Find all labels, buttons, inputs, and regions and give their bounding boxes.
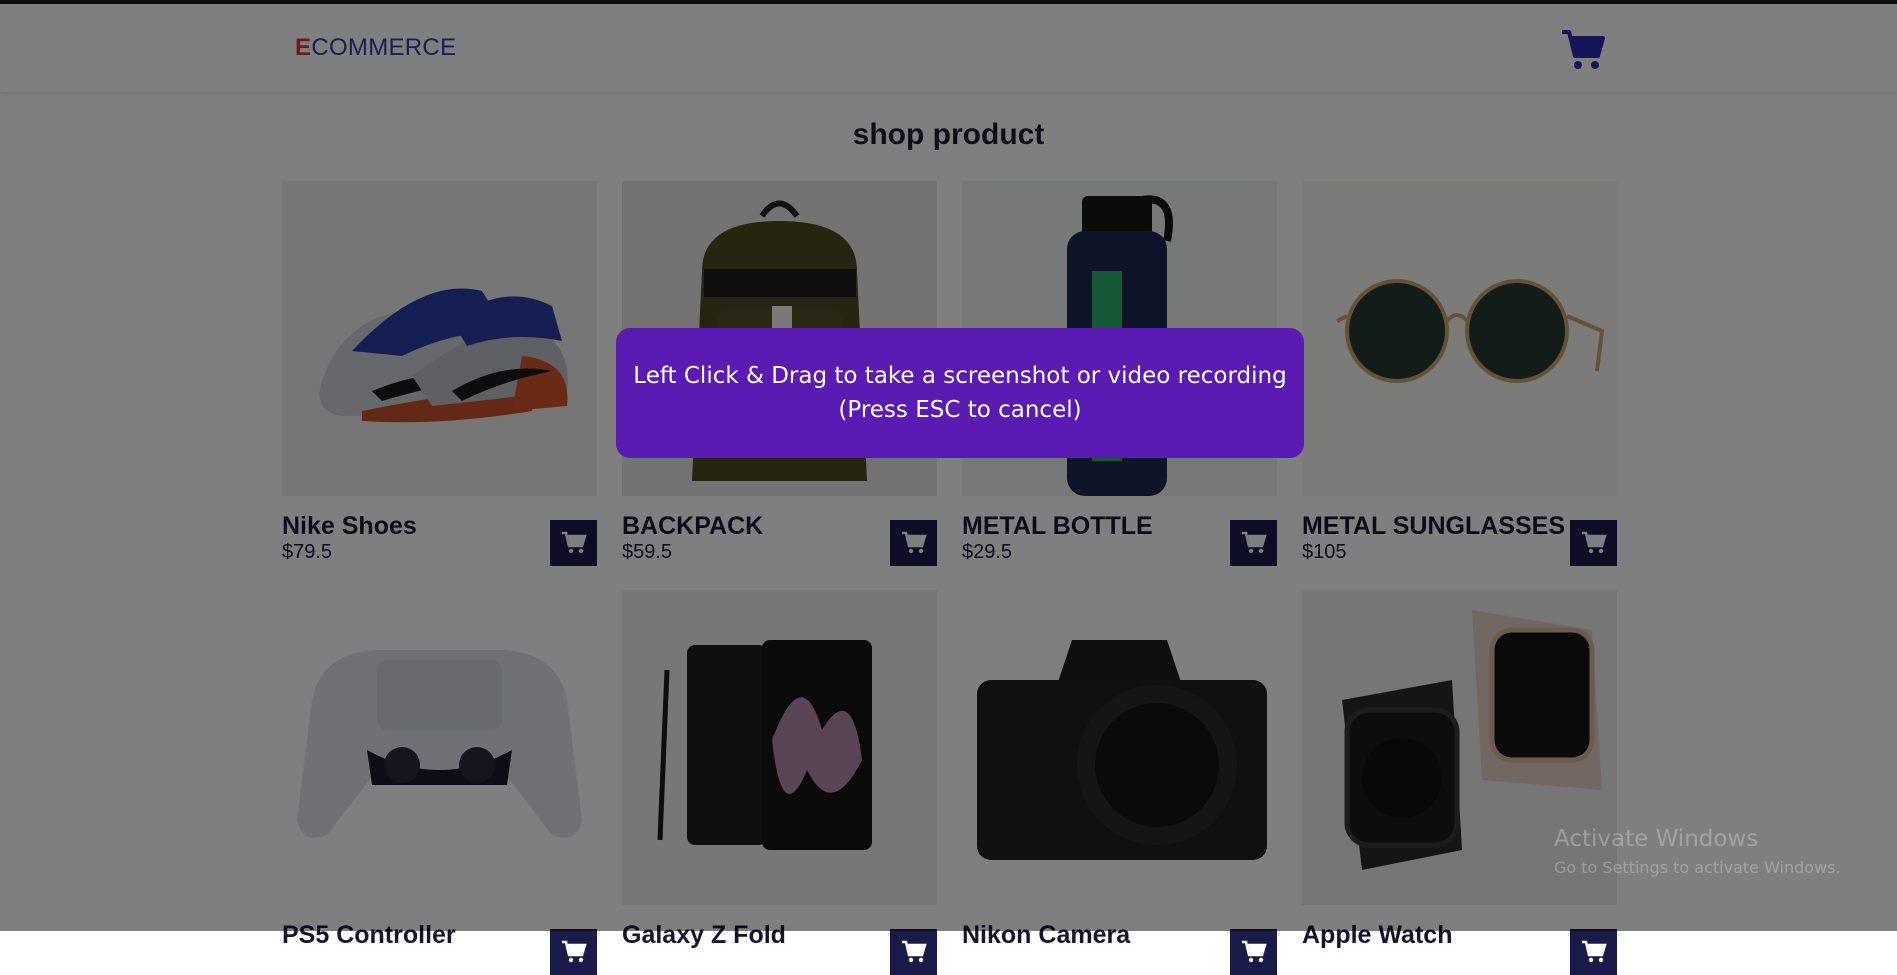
watermark-subtitle: Go to Settings to activate Windows. <box>1554 858 1841 877</box>
cart-icon <box>561 940 587 963</box>
add-to-cart-button[interactable] <box>890 929 937 975</box>
capture-instructions: Left Click & Drag to take a screenshot o… <box>616 328 1304 458</box>
capture-instructions-line2: (Press ESC to cancel) <box>838 397 1082 423</box>
capture-instructions-line1: Left Click & Drag to take a screenshot o… <box>633 363 1287 389</box>
cart-icon <box>1581 940 1607 963</box>
cart-icon <box>901 940 927 963</box>
add-to-cart-button[interactable] <box>550 929 597 975</box>
watermark-title: Activate Windows <box>1554 826 1759 852</box>
add-to-cart-button[interactable] <box>1230 929 1277 975</box>
cart-icon <box>1241 940 1267 963</box>
activate-windows-watermark: Activate Windows Go to Settings to activ… <box>1554 826 1841 877</box>
screen-capture-overlay[interactable] <box>0 0 1897 931</box>
add-to-cart-button[interactable] <box>1570 929 1617 975</box>
